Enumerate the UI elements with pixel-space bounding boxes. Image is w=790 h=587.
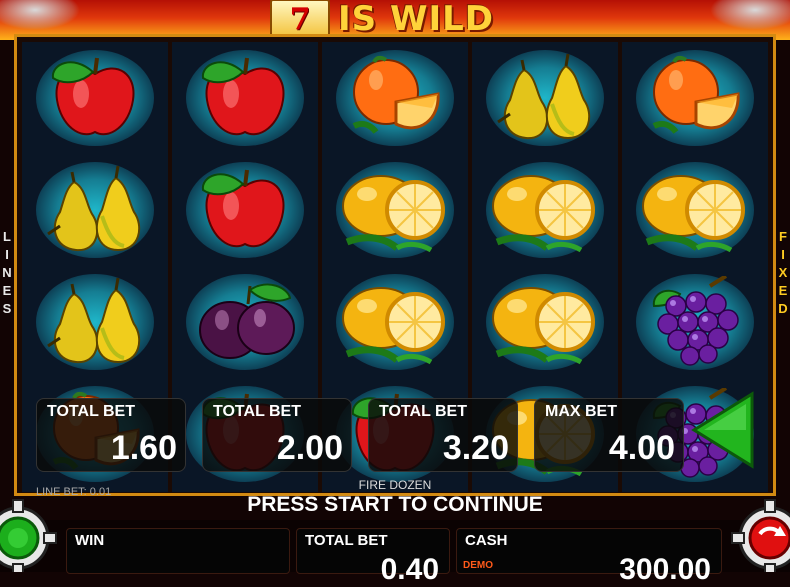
side-letter: N	[2, 265, 12, 280]
bet-option-label: TOTAL BET	[47, 403, 135, 420]
symbol-glow	[486, 274, 604, 370]
play-arrow-icon[interactable]	[690, 390, 760, 470]
side-letter: F	[779, 229, 787, 244]
side-letter: D	[778, 301, 788, 316]
game-title: 7 IS WILD	[270, 0, 494, 39]
bet-option-value: 1.60	[110, 429, 177, 467]
side-letter: I	[5, 247, 9, 262]
side-letter: S	[2, 301, 12, 316]
grapes-symbol	[622, 266, 768, 378]
total-bet-value: 0.40	[380, 553, 439, 586]
bet-selector: TOTAL BET 1.60 TOTAL BET 2.00 TOTAL BET …	[36, 398, 756, 472]
side-letter: I	[781, 247, 785, 262]
cash-label: CASH	[465, 532, 508, 549]
cash-value: 300.00	[619, 553, 711, 586]
symbol-glow	[336, 50, 454, 146]
symbol-glow	[336, 274, 454, 370]
bet-option-2[interactable]: TOTAL BET 2.00	[202, 398, 352, 472]
lemon-symbol	[472, 154, 618, 266]
pear-icon	[47, 165, 141, 252]
side-letter: E	[778, 283, 788, 298]
apple-icon	[201, 57, 285, 136]
orange-symbol	[322, 42, 468, 154]
apple-icon	[51, 57, 135, 136]
symbol-glow	[186, 274, 304, 370]
symbol-glow	[36, 274, 154, 370]
game-name: FIRE DOZEN	[358, 478, 432, 492]
gear-icon[interactable]	[728, 494, 790, 572]
symbol-glow	[36, 162, 154, 258]
max-bet-option[interactable]: MAX BET 4.00	[534, 398, 684, 472]
gear-icon[interactable]	[0, 494, 60, 572]
bet-option-label: TOTAL BET	[379, 403, 467, 420]
grapes-icon	[652, 276, 739, 366]
lemon-icon	[342, 287, 445, 365]
plum-icon	[199, 283, 295, 359]
fixed-side-label: FIXED	[776, 228, 790, 318]
apple-icon	[201, 169, 285, 248]
lemon-icon	[342, 175, 445, 253]
bet-option-value: 2.00	[276, 429, 343, 467]
lemon-icon	[642, 175, 745, 253]
bet-option-1[interactable]: TOTAL BET 1.60	[36, 398, 186, 472]
status-message: PRESS START TO CONTINUE	[247, 493, 543, 516]
total-bet-panel: TOTAL BET 0.40	[296, 528, 450, 586]
symbol-glow	[186, 50, 304, 146]
lines-side-label: LINES	[0, 228, 14, 318]
bet-option-label: MAX BET	[545, 403, 617, 420]
orange-icon	[352, 55, 440, 134]
orange-icon	[652, 55, 740, 134]
symbol-glow	[486, 162, 604, 258]
symbol-glow	[636, 50, 754, 146]
symbol-glow	[486, 50, 604, 146]
total-bet-label: TOTAL BET	[305, 532, 388, 549]
symbol-glow	[186, 162, 304, 258]
smoke-decoration-left	[0, 0, 80, 30]
bet-option-value: 3.20	[442, 429, 509, 467]
smoke-decoration-right	[710, 0, 790, 30]
apple-symbol	[172, 42, 318, 154]
symbol-glow	[636, 274, 754, 370]
symbol-glow	[636, 162, 754, 258]
plum-symbol	[172, 266, 318, 378]
win-label: WIN	[75, 532, 105, 549]
side-letter: L	[3, 229, 11, 244]
orange-symbol	[622, 42, 768, 154]
lemon-symbol	[472, 266, 618, 378]
pear-symbol	[472, 42, 618, 154]
pear-icon	[497, 53, 591, 140]
seven-glyph: 7	[289, 1, 311, 37]
lemon-symbol	[322, 266, 468, 378]
bet-option-value: 4.00	[608, 429, 675, 467]
bet-option-3[interactable]: TOTAL BET 3.20	[368, 398, 518, 472]
lemon-symbol	[622, 154, 768, 266]
pear-icon	[47, 277, 141, 364]
side-letter: E	[2, 283, 12, 298]
lemon-icon	[492, 175, 595, 253]
cash-panel: CASH DEMO 300.00	[456, 528, 722, 586]
bet-option-label: TOTAL BET	[213, 403, 301, 420]
pear-symbol	[22, 154, 168, 266]
win-panel: WIN	[66, 528, 290, 574]
side-letter: X	[778, 265, 788, 280]
apple-symbol	[172, 154, 318, 266]
apple-symbol	[22, 42, 168, 154]
pear-symbol	[22, 266, 168, 378]
symbol-glow	[336, 162, 454, 258]
lemon-symbol	[322, 154, 468, 266]
demo-badge: DEMO	[463, 560, 493, 571]
symbol-glow	[36, 50, 154, 146]
lemon-icon	[492, 287, 595, 365]
